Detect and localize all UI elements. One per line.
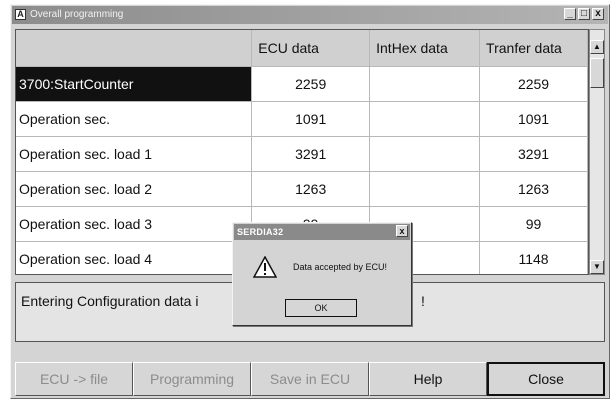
ecu-to-file-button[interactable]: ECU -> file bbox=[15, 362, 133, 396]
dialog-title[interactable]: SERDIA32 bbox=[234, 224, 410, 240]
header-corner bbox=[16, 30, 253, 67]
header-transfer-data[interactable]: Tranfer data bbox=[479, 30, 588, 67]
window-title: Overall programming bbox=[30, 9, 124, 20]
row-label[interactable]: Operation sec. load 1 bbox=[16, 136, 253, 172]
minimize-button[interactable]: _ bbox=[564, 8, 576, 20]
table-header-row: ECU data IntHex data Tranfer data bbox=[16, 30, 588, 67]
cell-transfer[interactable]: 1091 bbox=[479, 101, 588, 137]
maximize-button[interactable]: □ bbox=[578, 8, 590, 20]
scroll-thumb[interactable] bbox=[590, 58, 604, 88]
table-row[interactable]: Operation sec. 1091 1091 bbox=[16, 101, 588, 137]
button-bar: ECU -> file Programming Save in ECU Help… bbox=[15, 362, 605, 396]
warning-icon bbox=[253, 256, 277, 278]
row-label[interactable]: Operation sec. load 4 bbox=[16, 241, 253, 274]
cell-inthex[interactable] bbox=[369, 171, 481, 207]
help-button[interactable]: Help bbox=[369, 362, 487, 396]
vertical-scrollbar[interactable]: ▲ ▼ bbox=[589, 29, 605, 275]
window-controls: _ □ x bbox=[564, 8, 604, 20]
save-in-ecu-button[interactable]: Save in ECU bbox=[251, 362, 369, 396]
cell-inthex[interactable] bbox=[369, 101, 481, 137]
cell-ecu[interactable]: 1091 bbox=[251, 101, 371, 137]
scroll-up-arrow-icon[interactable]: ▲ bbox=[590, 40, 604, 54]
cell-transfer[interactable]: 2259 bbox=[479, 66, 588, 102]
programming-button[interactable]: Programming bbox=[133, 362, 251, 396]
scroll-down-arrow-icon[interactable]: ▼ bbox=[590, 260, 604, 274]
status-text-tail: ! bbox=[421, 293, 425, 309]
row-label[interactable]: Operation sec. load 2 bbox=[16, 171, 253, 207]
row-label-selected[interactable]: 3700:StartCounter bbox=[16, 66, 253, 102]
row-label[interactable]: Operation sec. bbox=[16, 101, 253, 137]
dialog-close-button[interactable]: x bbox=[396, 225, 408, 237]
cell-ecu[interactable]: 2259 bbox=[251, 66, 371, 102]
cell-inthex[interactable] bbox=[369, 66, 481, 102]
cell-transfer[interactable]: 3291 bbox=[479, 136, 588, 172]
header-ecu-data[interactable]: ECU data bbox=[251, 30, 371, 67]
cell-ecu[interactable]: 1263 bbox=[251, 171, 371, 207]
cell-transfer[interactable]: 99 bbox=[479, 206, 588, 242]
dialog-message: Data accepted by ECU! bbox=[293, 262, 388, 272]
cell-transfer[interactable]: 1263 bbox=[479, 171, 588, 207]
app-icon: A bbox=[15, 9, 26, 20]
close-button[interactable]: Close bbox=[487, 362, 605, 396]
close-window-button[interactable]: x bbox=[592, 8, 604, 20]
overall-programming-window: A Overall programming _ □ x ECU data Int… bbox=[10, 4, 610, 399]
row-label[interactable]: Operation sec. load 3 bbox=[16, 206, 253, 242]
cell-ecu[interactable]: 3291 bbox=[251, 136, 371, 172]
title-bar[interactable]: A Overall programming _ □ x bbox=[12, 6, 608, 24]
cell-transfer[interactable]: 1148 bbox=[479, 241, 588, 274]
header-inthex-data[interactable]: IntHex data bbox=[369, 30, 481, 67]
table-row[interactable]: Operation sec. load 1 3291 3291 bbox=[16, 136, 588, 172]
table-row[interactable]: Operation sec. load 2 1263 1263 bbox=[16, 171, 588, 207]
ok-button[interactable]: OK bbox=[285, 299, 357, 317]
status-text: Entering Configuration data i bbox=[21, 293, 199, 309]
table-row[interactable]: 3700:StartCounter 2259 2259 bbox=[16, 66, 588, 102]
serdia32-message-dialog: SERDIA32 x Data accepted by ECU! OK bbox=[232, 222, 412, 326]
cell-inthex[interactable] bbox=[369, 136, 481, 172]
